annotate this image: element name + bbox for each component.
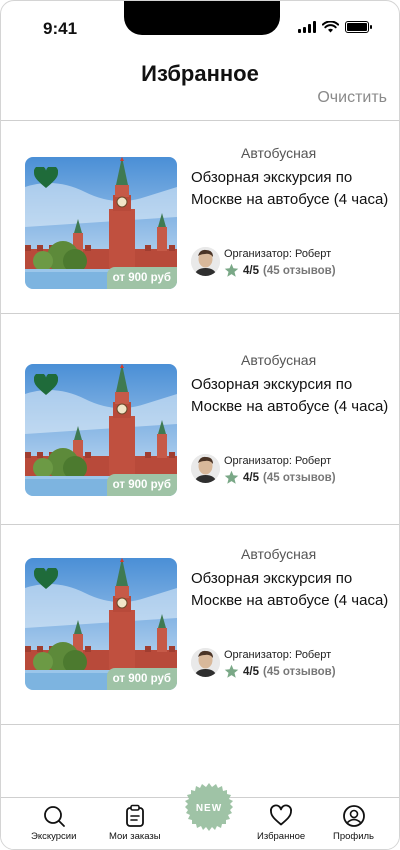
reviews-count[interactable]: (45 отзывов) (263, 666, 336, 678)
price-badge: от 900 руб (106, 668, 177, 690)
tour-image[interactable]: от 900 руб (25, 364, 177, 496)
rating-score: 4/5 (243, 471, 259, 484)
price-badge: от 900 руб (106, 267, 177, 289)
reviews-count[interactable]: (45 отзывов) (263, 265, 336, 277)
rating-score: 4/5 (243, 264, 259, 277)
tour-category: Автобусная (241, 145, 317, 161)
rating-row: 4/5 (45 отзывов) (224, 470, 336, 485)
favorites-list: от 900 руб Автобусная Обзорная экскурсия… (1, 120, 399, 725)
nav-tab-orders[interactable]: Мои заказы (109, 804, 161, 842)
star-icon (224, 664, 239, 678)
status-bar: 9:41 (1, 1, 399, 49)
tour-image[interactable]: от 900 руб (25, 157, 177, 289)
organizer-row: Организатор: Роберт 4/5 (45 отзывов) (191, 648, 336, 679)
organizer-name: Организатор: Роберт (224, 248, 332, 260)
organizer-row: Организатор: Роберт 4/5 (45 отзывов) (191, 247, 336, 278)
tour-title[interactable]: Обзорная экскурсия по Москве на автобусе… (191, 374, 391, 418)
phone-screen: 9:41 Избранное Очистить от 900 руб Автоб… (0, 0, 400, 850)
clear-favorites-button[interactable]: Очистить (317, 89, 387, 107)
rating-row: 4/5 (45 отзывов) (224, 664, 336, 679)
list-divider (1, 724, 399, 725)
organizer-name: Организатор: Роберт (224, 649, 332, 661)
organizer-row: Организатор: Роберт 4/5 (45 отзывов) (191, 454, 336, 485)
favorite-heart-icon[interactable] (34, 374, 58, 396)
tour-card[interactable]: от 900 руб Автобусная Обзорная экскурсия… (1, 120, 399, 313)
favorite-heart-icon[interactable] (34, 167, 58, 189)
tour-image[interactable]: от 900 руб (25, 558, 177, 690)
status-icons (298, 21, 372, 33)
heart-icon (270, 804, 293, 826)
rating-row: 4/5 (45 отзывов) (224, 263, 336, 278)
clipboard-icon (125, 804, 144, 827)
user-icon (342, 805, 365, 827)
favorite-heart-icon[interactable] (34, 568, 58, 590)
organizer-avatar (191, 247, 220, 276)
tour-category: Автобусная (241, 352, 317, 368)
nav-label: Профиль (333, 831, 375, 842)
rating-score: 4/5 (243, 665, 259, 678)
new-badge-label: NEW (196, 803, 222, 814)
star-icon (224, 263, 239, 277)
tour-category: Автобусная (241, 546, 317, 562)
search-icon (43, 806, 65, 827)
nav-label: Мои заказы (109, 831, 161, 842)
reviews-count[interactable]: (45 отзывов) (263, 472, 336, 484)
cellular-signal-icon (298, 21, 316, 33)
nav-label: Экскурсии (31, 831, 77, 842)
page-title: Избранное (141, 61, 259, 86)
tour-card[interactable]: от 900 руб Автобусная Обзорная экскурсия… (1, 313, 399, 524)
price-badge: от 900 руб (106, 474, 177, 496)
wifi-icon (322, 21, 339, 33)
organizer-avatar (191, 454, 220, 483)
star-icon (224, 470, 239, 484)
nav-tab-profile[interactable]: Профиль (333, 804, 374, 842)
battery-icon (345, 21, 372, 33)
new-badge-button[interactable]: NEW (184, 783, 234, 833)
organizer-name: Организатор: Роберт (224, 455, 332, 467)
status-time: 9:41 (43, 19, 78, 38)
tour-title[interactable]: Обзорная экскурсия по Москве на автобусе… (191, 568, 391, 612)
tour-card[interactable]: от 900 руб Автобусная Обзорная экскурсия… (1, 524, 399, 724)
nav-label: Избранное (257, 831, 306, 842)
nav-tab-favorites[interactable]: Избранное (257, 804, 305, 842)
nav-tab-excursions[interactable]: Экскурсии (31, 804, 76, 842)
device-notch (124, 1, 280, 35)
organizer-avatar (191, 648, 220, 677)
tour-title[interactable]: Обзорная экскурсия по Москве на автобусе… (191, 167, 391, 211)
